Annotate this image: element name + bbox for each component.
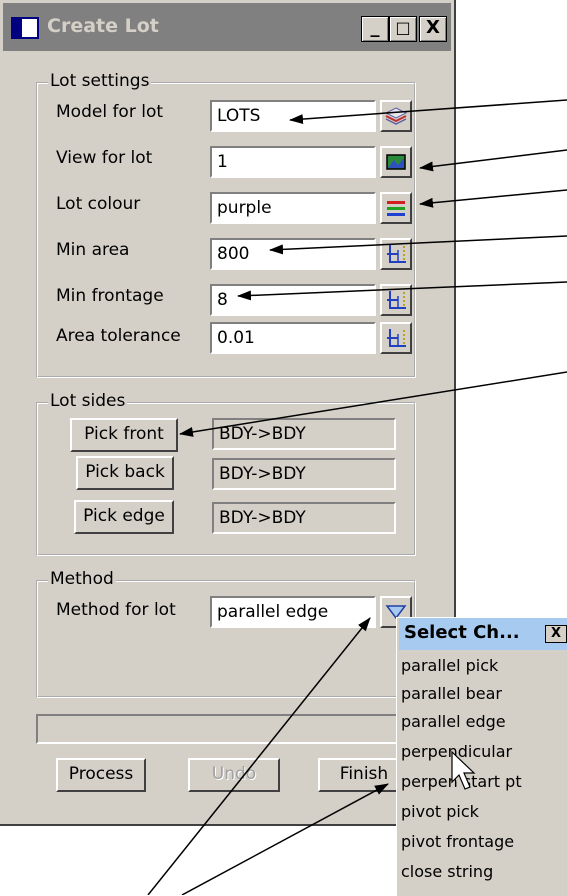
model-for-lot-input[interactable]: LOTS	[210, 100, 376, 132]
maximize-button[interactable]: □	[389, 16, 417, 42]
status-bar	[36, 714, 416, 744]
number-ruler-icon-graphic	[387, 291, 406, 309]
number-ruler-icon[interactable]	[380, 322, 412, 354]
choice-perpendicular[interactable]: perpendicular	[401, 742, 512, 761]
pick-front-button[interactable]: Pick front	[70, 418, 178, 452]
undo-button[interactable]: Undo	[188, 758, 280, 792]
min-frontage-input[interactable]: 8	[210, 284, 376, 316]
number-ruler-icon-graphic	[387, 245, 406, 263]
choice-parallel-bear[interactable]: parallel bear	[401, 684, 502, 703]
popup-close-button[interactable]: X	[545, 625, 567, 643]
window-title: Create Lot	[47, 15, 159, 37]
process-button[interactable]: Process	[56, 758, 146, 792]
colour-bars-icon-graphic	[387, 201, 405, 216]
choice-parallel-edge[interactable]: parallel edge	[401, 712, 506, 731]
edge-side-value: BDY->BDY	[212, 502, 396, 534]
choice-pivot-frontage[interactable]: pivot frontage	[401, 832, 514, 851]
min-area-input[interactable]: 800	[210, 238, 376, 270]
select-choice-popup: Select Ch... X parallel pick parallel be…	[396, 617, 567, 896]
choice-perpen-start-pt[interactable]: perpen start pt	[401, 772, 522, 791]
view-for-lot-label: View for lot	[56, 148, 153, 168]
method-for-lot-input[interactable]: parallel edge	[210, 596, 376, 628]
lot-colour-input[interactable]: purple	[210, 192, 376, 224]
popup-title-bar[interactable]: Select Ch... X	[399, 618, 567, 650]
method-label: Method	[48, 569, 116, 589]
model-for-lot-label: Model for lot	[56, 102, 164, 122]
front-side-value: BDY->BDY	[212, 418, 396, 450]
number-ruler-icon[interactable]	[380, 238, 412, 270]
area-tolerance-input[interactable]: 0.01	[210, 322, 376, 354]
view-picture-icon[interactable]	[380, 146, 412, 178]
view-for-lot-input[interactable]: 1	[210, 146, 376, 178]
title-bar[interactable]: Create Lot _ □ X	[3, 3, 451, 51]
view-picture-icon-graphic	[386, 154, 406, 170]
window-icon	[11, 17, 39, 39]
lot-colour-label: Lot colour	[56, 194, 141, 214]
area-tolerance-label: Area tolerance	[56, 326, 181, 346]
popup-title: Select Ch...	[404, 622, 520, 643]
number-ruler-icon-graphic	[387, 329, 406, 347]
layers-icon-graphic	[384, 107, 408, 125]
choice-close-string[interactable]: close string	[401, 862, 493, 881]
minimize-button[interactable]: _	[361, 16, 389, 42]
choice-parallel-pick[interactable]: parallel pick	[401, 656, 498, 675]
choice-pivot-pick[interactable]: pivot pick	[401, 802, 479, 821]
pick-edge-button[interactable]: Pick edge	[74, 500, 174, 534]
create-lot-dialog: Create Lot _ □ X Lot settings Model for …	[0, 0, 456, 826]
min-frontage-label: Min frontage	[56, 286, 164, 306]
number-ruler-icon[interactable]	[380, 284, 412, 316]
layers-icon[interactable]	[380, 100, 412, 132]
min-area-label: Min area	[56, 240, 130, 260]
close-button[interactable]: X	[419, 16, 447, 42]
lot-sides-label: Lot sides	[48, 391, 128, 411]
lot-settings-label: Lot settings	[48, 71, 152, 91]
pick-back-button[interactable]: Pick back	[76, 456, 174, 490]
colour-bars-icon[interactable]	[380, 192, 412, 224]
method-for-lot-label: Method for lot	[56, 600, 176, 620]
back-side-value: BDY->BDY	[212, 458, 396, 490]
